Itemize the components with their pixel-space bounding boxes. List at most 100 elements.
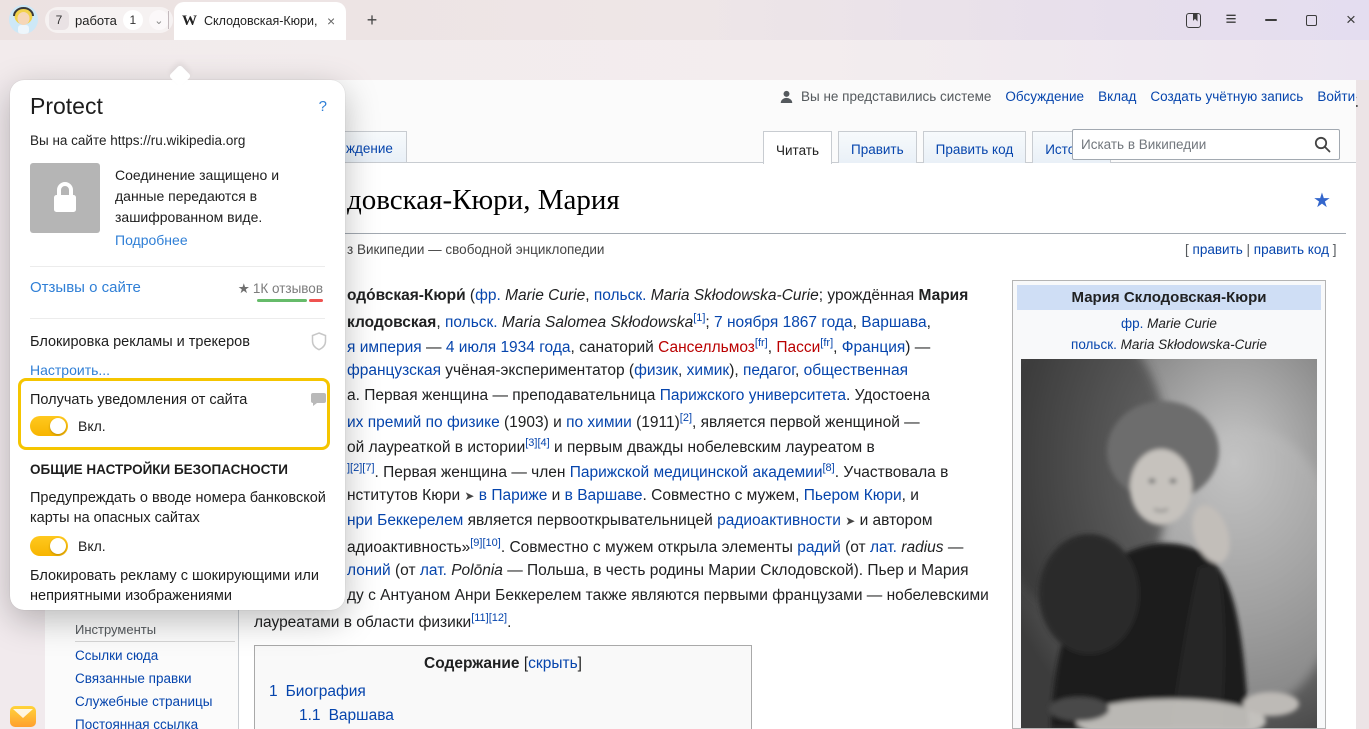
toc-item[interactable]: 1Биография — [269, 683, 751, 701]
side-panel-icon[interactable] — [1180, 8, 1206, 32]
tab-discussion-partial[interactable]: ждение — [339, 131, 407, 162]
article-link[interactable]: Пьером Кюри — [804, 487, 902, 504]
article-text: . Участвовала в — [835, 464, 949, 481]
reference-link[interactable]: [11][12] — [471, 612, 507, 624]
search-icon[interactable] — [1314, 136, 1331, 153]
article-link[interactable]: в Варшаве — [565, 487, 643, 504]
article-link[interactable]: 7 ноября 1867 года — [714, 314, 853, 331]
article-link[interactable]: лоний — [347, 562, 391, 579]
article-link[interactable]: в Париже — [479, 487, 548, 504]
profile-avatar[interactable] — [9, 5, 38, 34]
wiki-search-box[interactable]: Искать в Википедии — [1072, 129, 1340, 160]
article-link[interactable]: общественная — [804, 362, 908, 379]
reference-link[interactable]: ][2][7] — [347, 462, 375, 474]
more-details-link[interactable]: Подробнее — [115, 232, 188, 248]
article-link[interactable]: я империя — [347, 339, 422, 356]
toolbar: ← Я ⟳ https://ru.wikipedia.org/wiki/Скло… — [0, 40, 1369, 80]
article-text: , и — [902, 487, 919, 504]
article-link[interactable]: лат. — [420, 562, 447, 579]
bankcard-label: карты на опасных сайтах — [30, 510, 200, 526]
window-maximize-button[interactable] — [1298, 8, 1324, 32]
configure-link[interactable]: Настроить... — [30, 362, 110, 378]
edit-link[interactable]: править — [1193, 242, 1243, 257]
browser-menu-icon[interactable]: ≡ — [1218, 8, 1244, 32]
toc-item[interactable]: 1.1Варшава — [299, 707, 751, 725]
reference-link[interactable]: [2] — [680, 412, 692, 424]
article-link[interactable]: Парижского университета — [660, 387, 846, 404]
help-icon[interactable]: ? — [319, 98, 327, 115]
personal-link[interactable]: Обсуждение — [1005, 89, 1084, 104]
toc-link[interactable]: Биография — [286, 683, 366, 700]
sidebar-tool-link[interactable]: Служебные страницы — [75, 694, 212, 709]
article-link[interactable]: Санселльмоз — [658, 339, 755, 356]
article-link[interactable]: французская — [347, 362, 441, 379]
article-link[interactable]: радий — [797, 539, 841, 556]
article-link[interactable]: Варшава — [861, 314, 926, 331]
article-text: клодовская — [347, 314, 436, 331]
article-link[interactable]: Франция — [842, 339, 906, 356]
article-link[interactable]: по химии — [566, 414, 632, 431]
reference-link[interactable]: [8] — [823, 462, 835, 474]
portrait-photo[interactable] — [1021, 359, 1317, 728]
reference-link[interactable]: [fr] — [755, 337, 768, 349]
article-link[interactable]: их премий по физике — [347, 414, 500, 431]
anon-notice: Вы не представились системе — [801, 89, 991, 104]
new-tab-button[interactable]: + — [360, 8, 384, 32]
notifications-toggle-row: Вкл. — [30, 416, 106, 436]
personal-link[interactable]: Создать учётную запись — [1150, 89, 1303, 104]
article-text: — — [944, 539, 964, 556]
bankcard-toggle[interactable] — [30, 536, 68, 556]
article-text: и первым дважды нобелевским лауреатом в — [550, 439, 875, 456]
article-text: , — [436, 314, 445, 331]
tab-group[interactable]: 7 работа 1 ⌄ — [45, 7, 173, 33]
sidebar-tool-link[interactable]: Постоянная ссылка — [75, 717, 212, 729]
article-text: ( — [466, 287, 475, 304]
sidebar-tools: Ссылки сюда Связанные правки Служебные стр… — [75, 648, 212, 729]
watchlist-star-icon[interactable]: ★ — [1313, 188, 1331, 213]
article-text: ой лауреаткой в истории — [347, 439, 525, 456]
article-link[interactable]: польск. — [594, 287, 647, 304]
site-reviews-link[interactable]: Отзывы о сайте — [30, 279, 141, 296]
active-tab[interactable]: W Склодовская-Кюри, Ма × — [174, 2, 346, 40]
article-link[interactable]: фр. — [475, 287, 501, 304]
toc-link[interactable]: Варшава — [329, 707, 394, 724]
article-link[interactable]: Пасси — [776, 339, 820, 356]
article-link[interactable]: 4 июля 1934 года — [446, 339, 571, 356]
personal-link[interactable]: Вклад — [1098, 89, 1136, 104]
shield-icon — [311, 332, 327, 351]
tab-close-icon[interactable]: × — [327, 13, 335, 29]
mail-icon[interactable] — [10, 706, 36, 727]
article-line: лауреатами в области физики[11][12]. — [254, 612, 511, 632]
shock-ads-label: неприятными изображениями — [30, 588, 232, 604]
reference-link[interactable]: [1] — [693, 312, 705, 324]
wiki-tab[interactable]: Править код — [923, 131, 1027, 163]
article-text: . — [507, 614, 511, 631]
article-link[interactable]: польск. — [445, 314, 498, 331]
wiki-tab[interactable]: Читать — [763, 131, 832, 164]
reference-link[interactable]: [3][4] — [525, 437, 549, 449]
personal-link[interactable]: Войти — [1317, 89, 1355, 104]
article-link[interactable]: химик — [687, 362, 730, 379]
article-text: лауреатами в области физики — [254, 614, 471, 631]
reference-link[interactable]: [fr] — [820, 337, 833, 349]
article-link[interactable]: лат. — [870, 539, 897, 556]
chevron-down-icon[interactable]: ⌄ — [149, 10, 169, 30]
article-text: является первооткрывательницей — [463, 512, 717, 529]
wiki-tab[interactable]: Править — [838, 131, 917, 163]
notifications-toggle[interactable] — [30, 416, 68, 436]
article-link[interactable]: Парижской медицинской академии — [570, 464, 823, 481]
edit-code-link[interactable]: править код — [1254, 242, 1329, 257]
window-close-button[interactable]: × — [1338, 8, 1364, 32]
article-text: и — [547, 487, 564, 504]
toc-hide-link[interactable]: скрыть — [528, 655, 577, 672]
article-link[interactable]: нри Беккерелем — [347, 512, 463, 529]
sidebar-tool-link[interactable]: Связанные правки — [75, 671, 212, 686]
article-link[interactable]: физик — [634, 362, 678, 379]
article-link[interactable]: радиоактивности — [717, 512, 841, 529]
article-link[interactable]: педагог — [743, 362, 795, 379]
article-text: Maria Salomea Skłodowska — [498, 314, 694, 331]
reference-link[interactable]: [9][10] — [470, 537, 501, 549]
window-minimize-button[interactable] — [1258, 8, 1284, 32]
user-icon — [780, 90, 793, 104]
sidebar-tool-link[interactable]: Ссылки сюда — [75, 648, 212, 663]
